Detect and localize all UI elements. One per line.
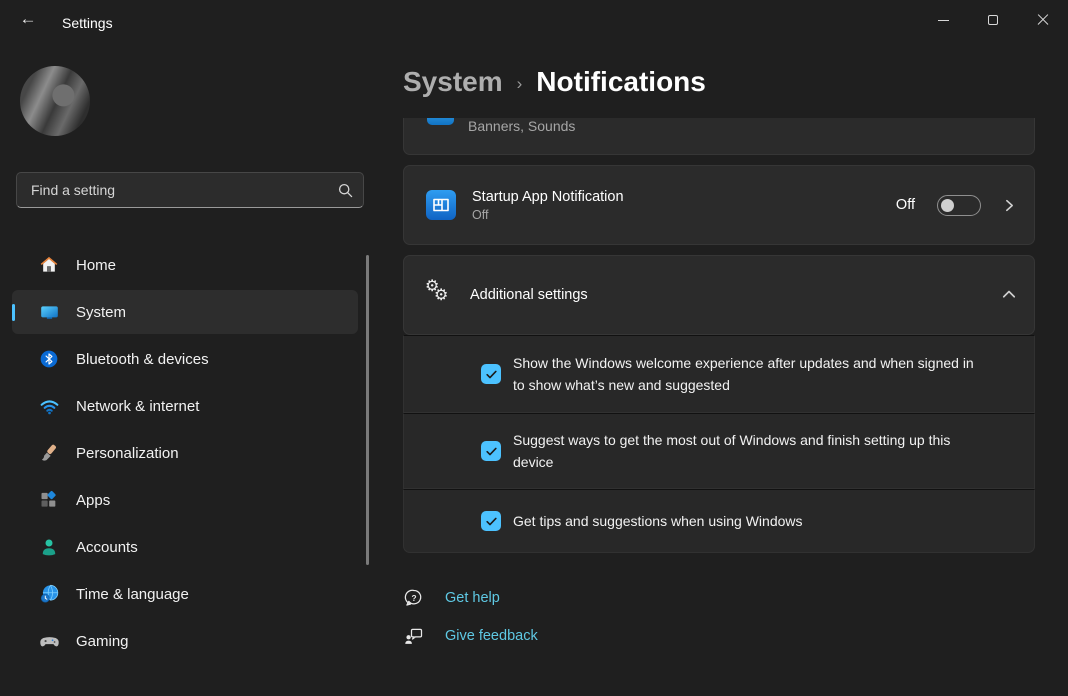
app-title: Settings <box>62 15 113 31</box>
search-icon[interactable] <box>338 183 353 198</box>
person-icon <box>38 536 60 558</box>
titlebar: ← Settings <box>0 0 1068 40</box>
startup-row-text: Startup App Notification Off <box>472 189 896 222</box>
sidebar-item-home[interactable]: Home <box>12 243 358 287</box>
footer-links: ? Get help Give feedback <box>403 588 538 646</box>
breadcrumb: System › Notifications <box>403 66 706 98</box>
sidebar-item-label: Network & internet <box>76 398 199 415</box>
paintbrush-icon <box>38 442 60 464</box>
apps-icon <box>38 489 60 511</box>
system-icon <box>38 301 60 323</box>
settings-window: ← Settings Home <box>0 0 1068 696</box>
sidebar-item-label: Time & language <box>76 586 189 603</box>
sidebar-item-label: System <box>76 304 126 321</box>
gamepad-icon <box>38 630 60 652</box>
startup-row-subtitle: Off <box>472 208 896 222</box>
breadcrumb-parent[interactable]: System <box>403 66 503 98</box>
sidebar-scrollbar[interactable] <box>366 255 369 565</box>
back-button[interactable]: ← <box>10 2 46 36</box>
sidebar-item-label: Apps <box>76 492 110 509</box>
checkbox-label: Get tips and suggestions when using Wind… <box>513 510 803 532</box>
minimize-button[interactable] <box>918 0 968 40</box>
additional-settings-header[interactable]: ⚙ ⚙ Additional settings <box>403 255 1035 335</box>
notifications-subtitle: Banners, Sounds <box>468 118 575 134</box>
suggest-ways-checkbox[interactable] <box>481 441 501 461</box>
bluetooth-icon <box>38 348 60 370</box>
tips-suggestions-checkbox[interactable] <box>481 511 501 531</box>
user-avatar[interactable] <box>20 66 90 136</box>
sidebar-item-accounts[interactable]: Accounts <box>12 525 358 569</box>
gears-icon: ⚙ ⚙ <box>425 280 455 310</box>
home-icon <box>38 254 60 276</box>
sidebar-item-bluetooth[interactable]: Bluetooth & devices <box>12 337 358 381</box>
tips-suggestions-row[interactable]: Get tips and suggestions when using Wind… <box>403 489 1035 553</box>
sidebar-item-gaming[interactable]: Gaming <box>12 619 358 663</box>
welcome-experience-row[interactable]: Show the Windows welcome experience afte… <box>403 335 1035 413</box>
sidebar-item-apps[interactable]: Apps <box>12 478 358 522</box>
notifications-row-inner: Banners, Sounds <box>404 118 1034 154</box>
additional-settings-text: Additional settings <box>470 287 1002 303</box>
notifications-icon <box>427 118 454 125</box>
sidebar-nav: Home System Bluetooth & devices Net <box>4 240 366 666</box>
startup-row-title: Startup App Notification <box>472 189 896 205</box>
search-input[interactable] <box>31 182 338 198</box>
caption-buttons <box>918 0 1068 40</box>
startup-app-icon <box>425 189 457 221</box>
toggle-state-label: Off <box>896 197 915 213</box>
give-feedback-link[interactable]: Give feedback <box>403 626 538 646</box>
additional-settings-title: Additional settings <box>470 287 1002 303</box>
sidebar-item-time-language[interactable]: Time & language <box>12 572 358 616</box>
get-help-label[interactable]: Get help <box>445 590 500 606</box>
help-bubble-icon: ? <box>403 588 425 608</box>
close-icon <box>1037 14 1049 26</box>
back-arrow-icon: ← <box>20 9 37 29</box>
give-feedback-label[interactable]: Give feedback <box>445 628 538 644</box>
suggest-ways-row[interactable]: Suggest ways to get the most out of Wind… <box>403 413 1035 489</box>
main-content: System › Notifications Banners, Sounds S… <box>372 40 1068 696</box>
checkbox-label: Suggest ways to get the most out of Wind… <box>513 429 978 473</box>
feedback-person-icon <box>403 626 425 646</box>
chevron-up-icon[interactable] <box>1002 288 1016 302</box>
maximize-button[interactable] <box>968 0 1018 40</box>
expander-controls <box>1002 288 1034 302</box>
get-help-link[interactable]: ? Get help <box>403 588 538 608</box>
maximize-icon <box>988 15 998 25</box>
startup-row-controls: Off <box>896 195 1034 216</box>
close-button[interactable] <box>1018 0 1068 40</box>
toggle-knob <box>941 199 954 212</box>
page-title: Notifications <box>536 66 706 98</box>
settings-cards: Banners, Sounds Startup App Notification… <box>403 118 1035 553</box>
checkbox-label: Show the Windows welcome experience afte… <box>513 352 978 396</box>
startup-app-notification-row[interactable]: Startup App Notification Off Off <box>403 165 1035 245</box>
breadcrumb-separator-icon: › <box>517 74 523 94</box>
sidebar-item-label: Gaming <box>76 633 129 650</box>
sidebar-item-label: Personalization <box>76 445 179 462</box>
sidebar-item-label: Bluetooth & devices <box>76 351 209 368</box>
sidebar-item-system[interactable]: System <box>12 290 358 334</box>
startup-toggle[interactable] <box>937 195 981 216</box>
svg-text:?: ? <box>411 593 416 603</box>
sidebar-item-label: Home <box>76 257 116 274</box>
sidebar-item-network[interactable]: Network & internet <box>12 384 358 428</box>
chevron-right-icon[interactable] <box>1003 199 1016 212</box>
selected-accent-pill <box>12 304 15 321</box>
search-box <box>16 172 364 208</box>
welcome-experience-checkbox[interactable] <box>481 364 501 384</box>
notifications-row-clipped[interactable]: Banners, Sounds <box>403 118 1035 155</box>
wifi-icon <box>38 395 60 417</box>
sidebar-item-personalization[interactable]: Personalization <box>12 431 358 475</box>
globe-clock-icon <box>38 583 60 605</box>
minimize-icon <box>938 20 949 21</box>
sidebar: Home System Bluetooth & devices Net <box>0 40 372 696</box>
sidebar-item-label: Accounts <box>76 539 138 556</box>
